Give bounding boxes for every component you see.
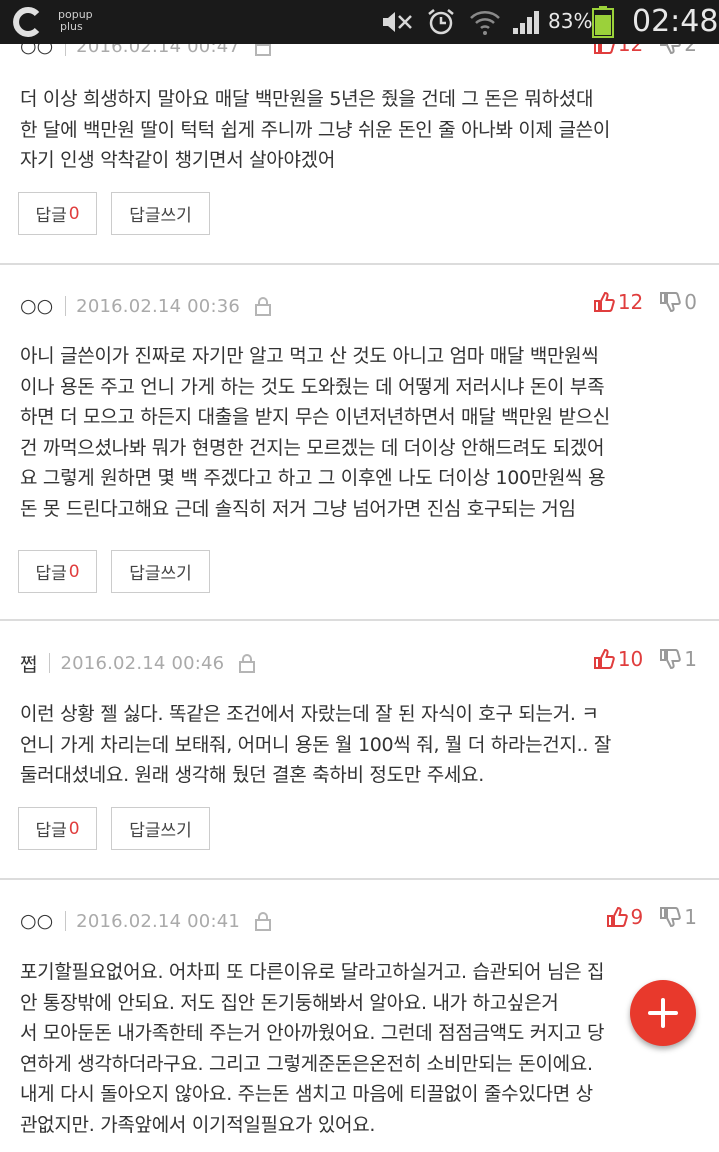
reply-count: 0 [68,818,80,839]
vote-group: 9 1 [606,903,697,931]
comment-date: 2016.02.14 00:41 [76,910,241,932]
lock-icon [255,912,272,931]
dislike-count: 0 [684,290,697,314]
thumbs-up-icon [593,648,615,669]
comment-text: 아니 글쓴이가 진짜로 자기만 알고 먹고 산 것도 아니고 엄마 매달 백만원… [20,345,610,520]
divider [65,911,67,931]
wifi-icon [470,11,500,35]
divider [49,653,51,673]
comment-text: 더 이상 희생하지 말아요 매달 백만원을 5년은 줬을 건데 그 돈은 뭐하셨… [20,88,611,171]
popup-plus-logo-icon [13,7,40,37]
reply-button[interactable]: 답글 0 [18,192,97,235]
comment-author: ○○ [20,910,54,932]
thumbs-down-icon [660,907,682,928]
dislike-button[interactable]: 1 [659,647,697,671]
dislike-count: 1 [684,905,697,929]
reply-button[interactable]: 답글 0 [18,807,97,850]
comment-item: ○○ 2016.02.14 00:41 9 1 포기할필요없어요. 어차피 또 … [0,880,719,1152]
comment-actions: 답글 0 답글쓰기 [18,192,210,235]
dislike-button[interactable]: 0 [659,290,697,314]
reply-label: 답글 [35,206,67,226]
lock-icon [239,654,256,673]
status-bar: popup plus 83% 02:48 [0,0,719,44]
write-reply-button[interactable]: 답글쓰기 [111,550,210,593]
like-count: 9 [630,905,644,929]
comment-meta: ○○ 2016.02.14 00:36 [20,292,272,320]
comment-meta: 쩝 2016.02.14 00:46 [20,649,256,677]
write-reply-button[interactable]: 답글쓰기 [111,192,210,235]
lock-icon [255,297,272,316]
comment-actions: 답글 0 답글쓰기 [18,550,210,593]
comment-author: ○○ [20,295,54,317]
app-name: popup plus [58,9,93,33]
divider [65,296,67,316]
app-name-line2: plus [60,20,83,33]
thumbs-down-icon [660,649,682,670]
like-button[interactable]: 9 [606,905,644,929]
reply-label: 답글 [35,821,67,841]
thumbs-up-icon [593,291,615,312]
comment-item: 쩝 2016.02.14 00:46 10 1 이런 상황 젤 싫다. 똑같은 … [0,621,719,880]
clock: 02:48 [632,4,719,39]
battery-icon [592,6,614,38]
comment-date: 2016.02.14 00:46 [60,652,225,674]
comment-author: 쩝 [20,653,38,676]
comment-date: 2016.02.14 00:36 [76,295,241,317]
like-count: 12 [617,290,644,314]
mute-icon [383,12,412,32]
comment-text: 이런 상황 젤 싫다. 똑같은 조건에서 자랐는데 잘 된 자식이 호구 되는거… [20,703,612,786]
vote-group: 12 0 [593,288,697,316]
thumbs-up-icon [606,906,628,927]
dislike-button[interactable]: 1 [659,905,697,929]
comment-actions: 답글 0 답글쓰기 [18,807,210,850]
vote-group: 10 1 [593,645,697,673]
reply-count: 0 [68,561,80,582]
comment-item: ○○ 2016.02.14 00:36 12 0 아니 글쓴이가 진짜로 자기만… [0,265,719,621]
like-count: 10 [617,647,644,671]
reply-count: 0 [68,203,80,224]
plus-icon [648,998,678,1028]
comment-text: 포기할필요없어요. 어차피 또 다른이유로 달라고하실거고. 습관되어 님은 집… [20,961,605,1136]
signal-icon [513,11,539,34]
reply-button[interactable]: 답글 0 [18,550,97,593]
alarm-icon [428,9,454,35]
battery-percent: 83% [548,9,593,33]
thumbs-down-icon [660,292,682,313]
add-comment-button[interactable] [630,980,696,1046]
dislike-count: 1 [684,647,697,671]
reply-label: 답글 [35,564,67,584]
write-reply-button[interactable]: 답글쓰기 [111,807,210,850]
comment-meta: ○○ 2016.02.14 00:41 [20,907,272,935]
like-button[interactable]: 10 [593,647,643,671]
like-button[interactable]: 12 [593,290,643,314]
